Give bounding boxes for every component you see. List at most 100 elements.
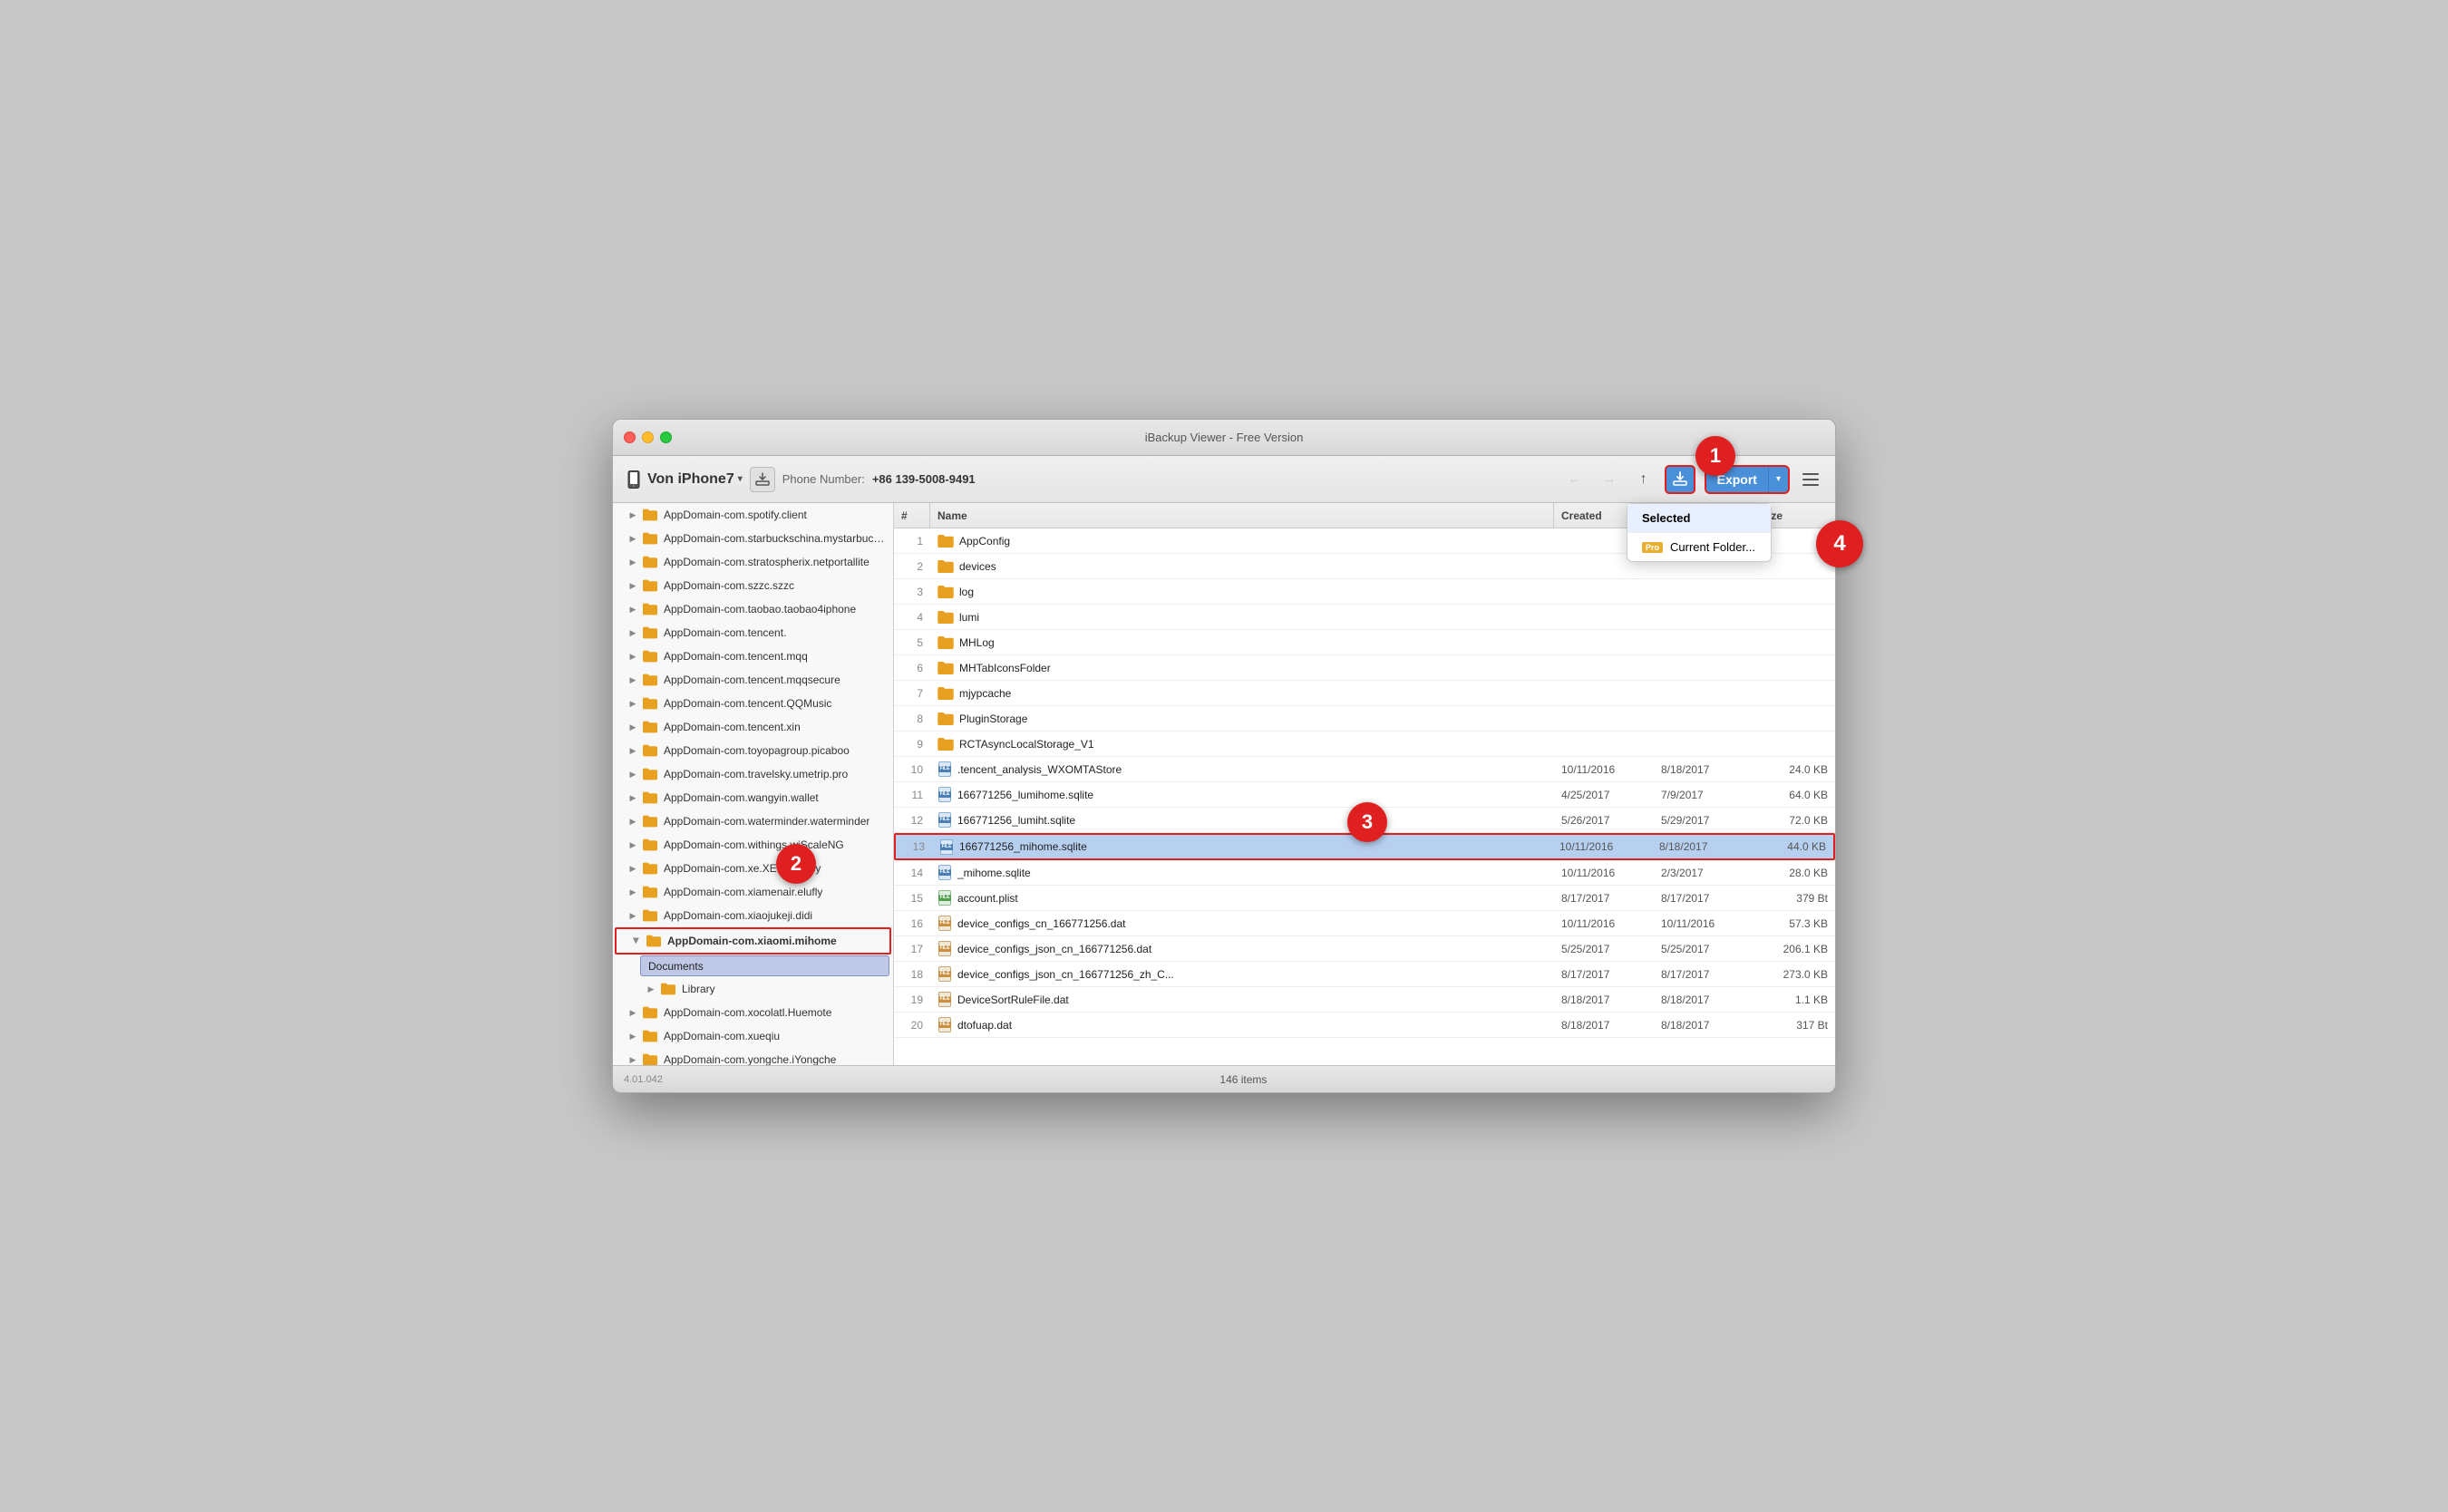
sidebar-item-documents[interactable]: Documents [640,955,889,976]
file-size [1753,741,1835,748]
close-button[interactable] [624,431,636,443]
folder-icon [642,601,658,617]
file-size: 28.0 KB [1753,863,1835,883]
sidebar-item-wangyin[interactable]: ▶ AppDomain-com.wangyin.wallet [613,786,893,809]
sidebar-item-tencent-mqq[interactable]: ▶ AppDomain-com.tencent.mqq [613,645,893,668]
version-label: 4.01.042 [624,1074,663,1085]
current-folder-label: Current Folder... [1670,540,1755,554]
folder-icon [642,766,658,782]
file-name: FILE 166771256_lumiht.sqlite [930,809,1554,832]
device-selector[interactable]: Von iPhone7 ▾ [624,470,743,489]
expand-arrow-icon: ▶ [627,722,638,732]
menu-icon [1802,479,1819,480]
sidebar-item-umetrip[interactable]: ▶ AppDomain-com.travelsky.umetrip.pro [613,762,893,786]
table-row[interactable]: 15 FILE account.plist 8/17/2017 8/17/201… [894,886,1835,911]
folder-icon [642,672,658,688]
sidebar-item-xecurrency[interactable]: ▶ AppDomain-com.xe.XECurrency [613,857,893,880]
export-button[interactable]: Export ▾ [1705,465,1790,494]
table-row[interactable]: 10 FILE .tencent_analysis_WXOMTAStore 10… [894,757,1835,782]
header-num: # [894,503,930,528]
expand-arrow-icon: ▶ [627,769,638,780]
file-modified: 8/17/2017 [1654,888,1753,908]
expand-arrow-icon: ▶ [627,651,638,662]
table-row-selected[interactable]: 13 FILE 166771256_mihome.sqlite 10/11/20… [894,833,1835,860]
sidebar-item-label: AppDomain-com.waterminder.waterminder [664,815,869,828]
expand-arrow-icon: ▶ [627,674,638,685]
sidebar-item-starbucks[interactable]: ▶ AppDomain-com.starbuckschina.mystarbuc… [613,527,893,550]
sidebar-item-waterminder[interactable]: ▶ AppDomain-com.waterminder.waterminder [613,809,893,833]
table-row[interactable]: 9 RCTAsyncLocalStorage_V1 [894,732,1835,757]
file-modified [1654,639,1753,646]
sidebar-item-picaboo[interactable]: ▶ AppDomain-com.toyopagroup.picaboo [613,739,893,762]
file-type-icon: FILE [937,992,952,1008]
table-row[interactable]: 12 FILE 166771256_lumiht.sqlite 5/26/201… [894,808,1835,833]
sidebar-item-library[interactable]: ▶ Library [613,977,893,1001]
table-row[interactable]: 5 MHLog [894,630,1835,655]
file-size [1753,690,1835,697]
sidebar-item-xueqiu[interactable]: ▶ AppDomain-com.xueqiu [613,1024,893,1048]
items-count: 146 items [663,1073,1824,1086]
file-size: 44.0 KB [1752,837,1833,857]
forward-button[interactable]: → [1596,466,1623,493]
sidebar-item-label: AppDomain-com.starbuckschina.mystarbucks… [664,532,886,545]
file-size: 317 Bt [1753,1015,1835,1035]
backup-export-icon[interactable] [750,467,775,492]
sidebar-item-withings[interactable]: ▶ AppDomain-com.withings.wiScaleNG [613,833,893,857]
folder-icon [642,507,658,523]
table-row[interactable]: 4 lumi [894,605,1835,630]
folder-icon [642,1052,658,1065]
export-icon-button[interactable] [1665,465,1695,494]
export-arrow-icon: ▾ [1769,467,1788,492]
table-row[interactable]: 8 PluginStorage [894,706,1835,732]
file-size: 72.0 KB [1753,810,1835,830]
maximize-button[interactable] [660,431,672,443]
file-modified: 8/18/2017 [1654,1015,1753,1035]
sidebar-item-label: AppDomain-com.travelsky.umetrip.pro [664,768,848,780]
row-number: 12 [894,810,930,830]
table-row[interactable]: 20 FILE dtofuap.dat 8/18/2017 8/18/2017 … [894,1013,1835,1038]
sidebar-item-label: AppDomain-com.yongche.iYongche [664,1053,836,1065]
table-row[interactable]: 19 FILE DeviceSortRuleFile.dat 8/18/2017… [894,987,1835,1013]
back-button[interactable]: ← [1561,466,1588,493]
row-number: 16 [894,914,930,934]
sidebar-item-stratospherix[interactable]: ▶ AppDomain-com.stratospherix.netportall… [613,550,893,574]
sidebar-item-huemote[interactable]: ▶ AppDomain-com.xocolatl.Huemote [613,1001,893,1024]
sidebar-item-label: AppDomain-com.stratospherix.netportallit… [664,556,869,568]
traffic-lights [624,431,672,443]
file-type-icon: FILE [937,916,952,932]
up-button[interactable]: ↑ [1630,466,1657,493]
file-name: FILE dtofuap.dat [930,1013,1554,1037]
table-row[interactable]: 17 FILE device_configs_json_cn_166771256… [894,936,1835,962]
table-row[interactable]: 11 FILE 166771256_lumihome.sqlite 4/25/2… [894,782,1835,808]
file-name: lumi [930,607,1554,627]
table-row[interactable]: 6 MHTabIconsFolder [894,655,1835,681]
sidebar-item-taobao[interactable]: ▶ AppDomain-com.taobao.taobao4iphone [613,597,893,621]
file-created: 10/11/2016 [1552,837,1652,857]
sidebar-item-tencent[interactable]: ▶ AppDomain-com.tencent. [613,621,893,645]
sidebar-item-tencent-mqqsecure[interactable]: ▶ AppDomain-com.tencent.mqqsecure [613,668,893,692]
file-type-icon: FILE [937,865,952,881]
sidebar-item-xiamenair[interactable]: ▶ AppDomain-com.xiamenair.elufly [613,880,893,904]
table-row[interactable]: 7 mjypcache [894,681,1835,706]
table-row[interactable]: 3 log [894,579,1835,605]
table-row[interactable]: 18 FILE device_configs_json_cn_166771256… [894,962,1835,987]
sidebar-item-tencent-xin[interactable]: ▶ AppDomain-com.tencent.xin [613,715,893,739]
table-row[interactable]: 14 FILE _mihome.sqlite 10/11/2016 2/3/20… [894,860,1835,886]
sidebar-item-yongche[interactable]: ▶ AppDomain-com.yongche.iYongche [613,1048,893,1065]
sidebar-item-label: AppDomain-com.xe.XECurrency [664,862,821,875]
file-created [1554,614,1654,621]
minimize-button[interactable] [642,431,654,443]
dropdown-current-folder[interactable]: Pro Current Folder... [1627,533,1771,561]
row-number: 8 [894,709,930,729]
menu-button[interactable] [1797,466,1824,493]
sidebar-item-label: AppDomain-com.tencent.QQMusic [664,697,831,710]
chevron-down-icon: ▾ [738,474,743,484]
sidebar-item-qqmusic[interactable]: ▶ AppDomain-com.tencent.QQMusic [613,692,893,715]
sidebar-item-didi[interactable]: ▶ AppDomain-com.xiaojukeji.didi [613,904,893,927]
dropdown-selected[interactable]: Selected [1627,504,1771,532]
file-size: 24.0 KB [1753,760,1835,780]
sidebar-item-mihome[interactable]: ▶ AppDomain-com.xiaomi.mihome [615,927,891,955]
sidebar-item-spotify[interactable]: ▶ AppDomain-com.spotify.client [613,503,893,527]
table-row[interactable]: 16 FILE device_configs_cn_166771256.dat … [894,911,1835,936]
sidebar-item-szzc[interactable]: ▶ AppDomain-com.szzc.szzc [613,574,893,597]
